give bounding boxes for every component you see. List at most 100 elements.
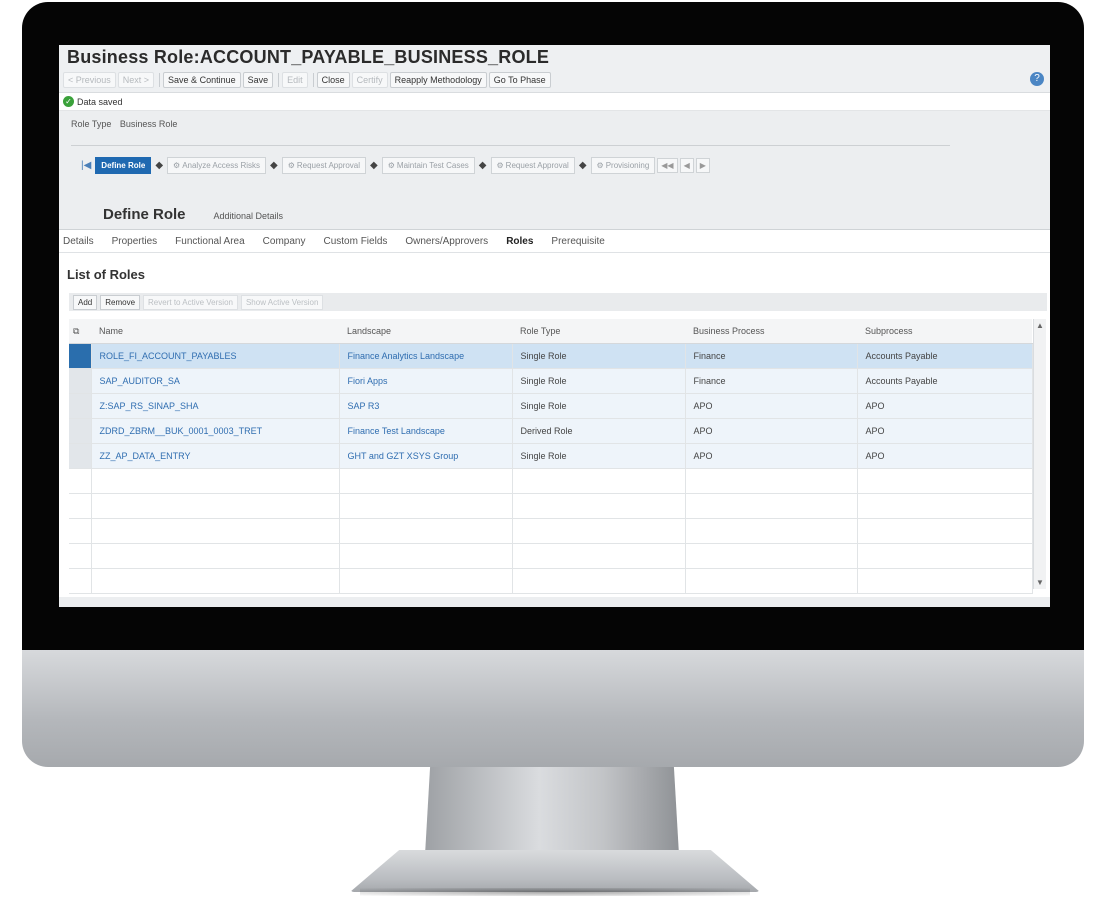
empty-cell — [685, 568, 858, 594]
row-selector — [69, 568, 92, 594]
previous-button[interactable]: < Previous — [63, 72, 116, 88]
row-selector[interactable] — [69, 443, 92, 469]
sub-tab-strip: Details Properties Functional Area Company C… — [59, 229, 1050, 253]
role-type-value: Business Role — [119, 119, 178, 129]
table-row[interactable]: SAP_AUDITOR_SA Fiori Apps Single Role Finan… — [69, 368, 1033, 394]
go-to-phase-button[interactable]: Go To Phase — [488, 72, 551, 88]
table-scrollbar[interactable]: ▲ ▼ — [1033, 319, 1046, 589]
subtab-company[interactable]: Company — [263, 236, 306, 247]
roadmap-step-analyze-access-risks[interactable]: ⚙ Analyze Access Risks — [167, 157, 266, 174]
cell-name[interactable]: ZDRD_ZBRM__BUK_0001_0003_TRET — [91, 418, 340, 444]
empty-cell — [512, 518, 686, 544]
remove-button[interactable]: Remove — [100, 294, 141, 310]
empty-cell — [857, 543, 1033, 569]
empty-cell — [91, 468, 340, 494]
next-button[interactable]: Next > — [117, 72, 155, 88]
cell-business-process: Finance — [685, 368, 858, 394]
title-bar: Business Role:ACCOUNT_PAYABLE_BUSINESS_R… — [59, 45, 1050, 69]
roadmap-next-icon[interactable]: ▶ — [695, 158, 710, 173]
column-header-subprocess[interactable]: Subprocess — [857, 319, 1032, 344]
cell-landscape[interactable]: SAP R3 — [339, 393, 513, 419]
roadmap-first-icon[interactable]: ◀◀ — [657, 158, 678, 173]
empty-cell — [339, 543, 513, 569]
column-header-name[interactable]: Name — [91, 319, 339, 344]
revert-to-active-version-button[interactable]: Revert to Active Version — [143, 294, 238, 310]
row-selector — [69, 543, 92, 569]
cell-business-process: APO — [685, 443, 858, 469]
roadmap-step-label: Maintain Test Cases — [396, 161, 469, 170]
subtab-roles[interactable]: Roles — [506, 236, 533, 247]
tab-additional-details[interactable]: Additional Details — [214, 211, 284, 223]
roadmap-step-provisioning[interactable]: ⚙ Provisioning — [590, 157, 656, 174]
reapply-methodology-button[interactable]: Reapply Methodology — [389, 72, 487, 88]
roadmap-step-define-role[interactable]: Define Role — [95, 157, 152, 174]
cell-landscape[interactable]: Finance Test Landscape — [339, 418, 513, 444]
cell-landscape[interactable]: Fiori Apps — [339, 368, 513, 394]
role-header-area: Role Type Business Role |◀ Define Role ◆ ⚙… — [59, 111, 1050, 229]
help-icon[interactable]: ? — [1030, 72, 1044, 86]
edit-button[interactable]: Edit — [282, 72, 308, 88]
empty-cell — [512, 543, 686, 569]
cell-name[interactable]: Z:SAP_RS_SINAP_SHA — [91, 393, 340, 419]
save-continue-button[interactable]: Save & Continue — [163, 72, 241, 88]
roadmap-connector-icon: ◆ — [155, 160, 164, 171]
column-header-role-type[interactable]: Role Type — [512, 319, 685, 344]
gear-icon: ⚙ — [387, 161, 395, 170]
gear-icon: ⚙ — [287, 161, 295, 170]
table-row[interactable]: ROLE_FI_ACCOUNT_PAYABLES Finance Analytic… — [69, 343, 1033, 369]
list-toolbar: Add Remove Revert to Active Version Show Ac… — [69, 293, 1047, 311]
success-check-icon: ✓ — [63, 96, 74, 107]
empty-cell — [512, 493, 686, 519]
column-header-business-process[interactable]: Business Process — [685, 319, 857, 344]
row-selector[interactable] — [69, 368, 92, 394]
table-row[interactable]: ZDRD_ZBRM__BUK_0001_0003_TRET Finance Tes… — [69, 418, 1033, 444]
cell-name[interactable]: ZZ_AP_DATA_ENTRY — [91, 443, 340, 469]
bottom-strip — [59, 597, 1050, 607]
close-button[interactable]: Close — [316, 72, 350, 88]
empty-cell — [512, 568, 686, 594]
subtab-custom-fields[interactable]: Custom Fields — [323, 236, 387, 247]
empty-cell — [685, 493, 858, 519]
roadmap-step-label: Analyze Access Risks — [182, 161, 260, 170]
row-selector — [69, 518, 92, 544]
subtab-details[interactable]: Details — [63, 236, 94, 247]
save-button[interactable]: Save — [242, 72, 274, 88]
cell-landscape[interactable]: Finance Analytics Landscape — [339, 343, 513, 369]
certify-button[interactable]: Certify — [351, 72, 388, 88]
subtab-functional-area[interactable]: Functional Area — [175, 236, 245, 247]
row-selector[interactable] — [69, 393, 92, 419]
column-header-landscape[interactable]: Landscape — [339, 319, 512, 344]
add-button[interactable]: Add — [73, 294, 98, 310]
roadmap-step-request-approval[interactable]: ⚙ Request Approval — [490, 157, 575, 174]
message-text: Data saved — [77, 96, 123, 107]
toolbar-separator — [159, 73, 161, 88]
roles-table: ⧉ Name Landscape Role Type Business Process… — [69, 319, 1046, 594]
table-header-row: ⧉ Name Landscape Role Type Business Process… — [69, 319, 1032, 344]
cell-subprocess: Accounts Payable — [857, 343, 1033, 369]
select-all-icon[interactable]: ⧉ — [69, 319, 91, 344]
show-active-version-button[interactable]: Show Active Version — [240, 294, 324, 310]
roadmap-step-request-approval[interactable]: ⚙ Request Approval — [281, 157, 367, 174]
table-row[interactable]: Z:SAP_RS_SINAP_SHA SAP R3 Single Role APO AP… — [69, 393, 1033, 419]
subtab-prerequisite[interactable]: Prerequisite — [551, 236, 604, 247]
roadmap-start-icon[interactable]: |◀ — [81, 160, 91, 171]
scroll-down-icon[interactable]: ▼ — [1034, 578, 1046, 587]
cell-subprocess: APO — [857, 393, 1033, 419]
roadmap-step-maintain-test-cases[interactable]: ⚙ Maintain Test Cases — [381, 157, 475, 174]
cell-name[interactable]: SAP_AUDITOR_SA — [91, 368, 340, 394]
scroll-up-icon[interactable]: ▲ — [1034, 321, 1046, 330]
empty-cell — [339, 568, 513, 594]
subtab-properties[interactable]: Properties — [112, 236, 158, 247]
row-selector[interactable] — [69, 343, 92, 369]
cell-name[interactable]: ROLE_FI_ACCOUNT_PAYABLES — [91, 343, 340, 369]
row-selector[interactable] — [69, 418, 92, 444]
cell-business-process: APO — [685, 393, 858, 419]
tab-define-role[interactable]: Define Role — [103, 206, 186, 223]
table-row[interactable]: ZZ_AP_DATA_ENTRY GHT and GZT XSYS Group Si… — [69, 443, 1033, 469]
empty-cell — [339, 493, 513, 519]
subtab-owners-approvers[interactable]: Owners/Approvers — [405, 236, 488, 247]
monitor-chin — [22, 650, 1084, 767]
toolbar-separator — [312, 73, 314, 88]
cell-landscape[interactable]: GHT and GZT XSYS Group — [339, 443, 513, 469]
roadmap-prev-icon[interactable]: ◀ — [679, 158, 694, 173]
